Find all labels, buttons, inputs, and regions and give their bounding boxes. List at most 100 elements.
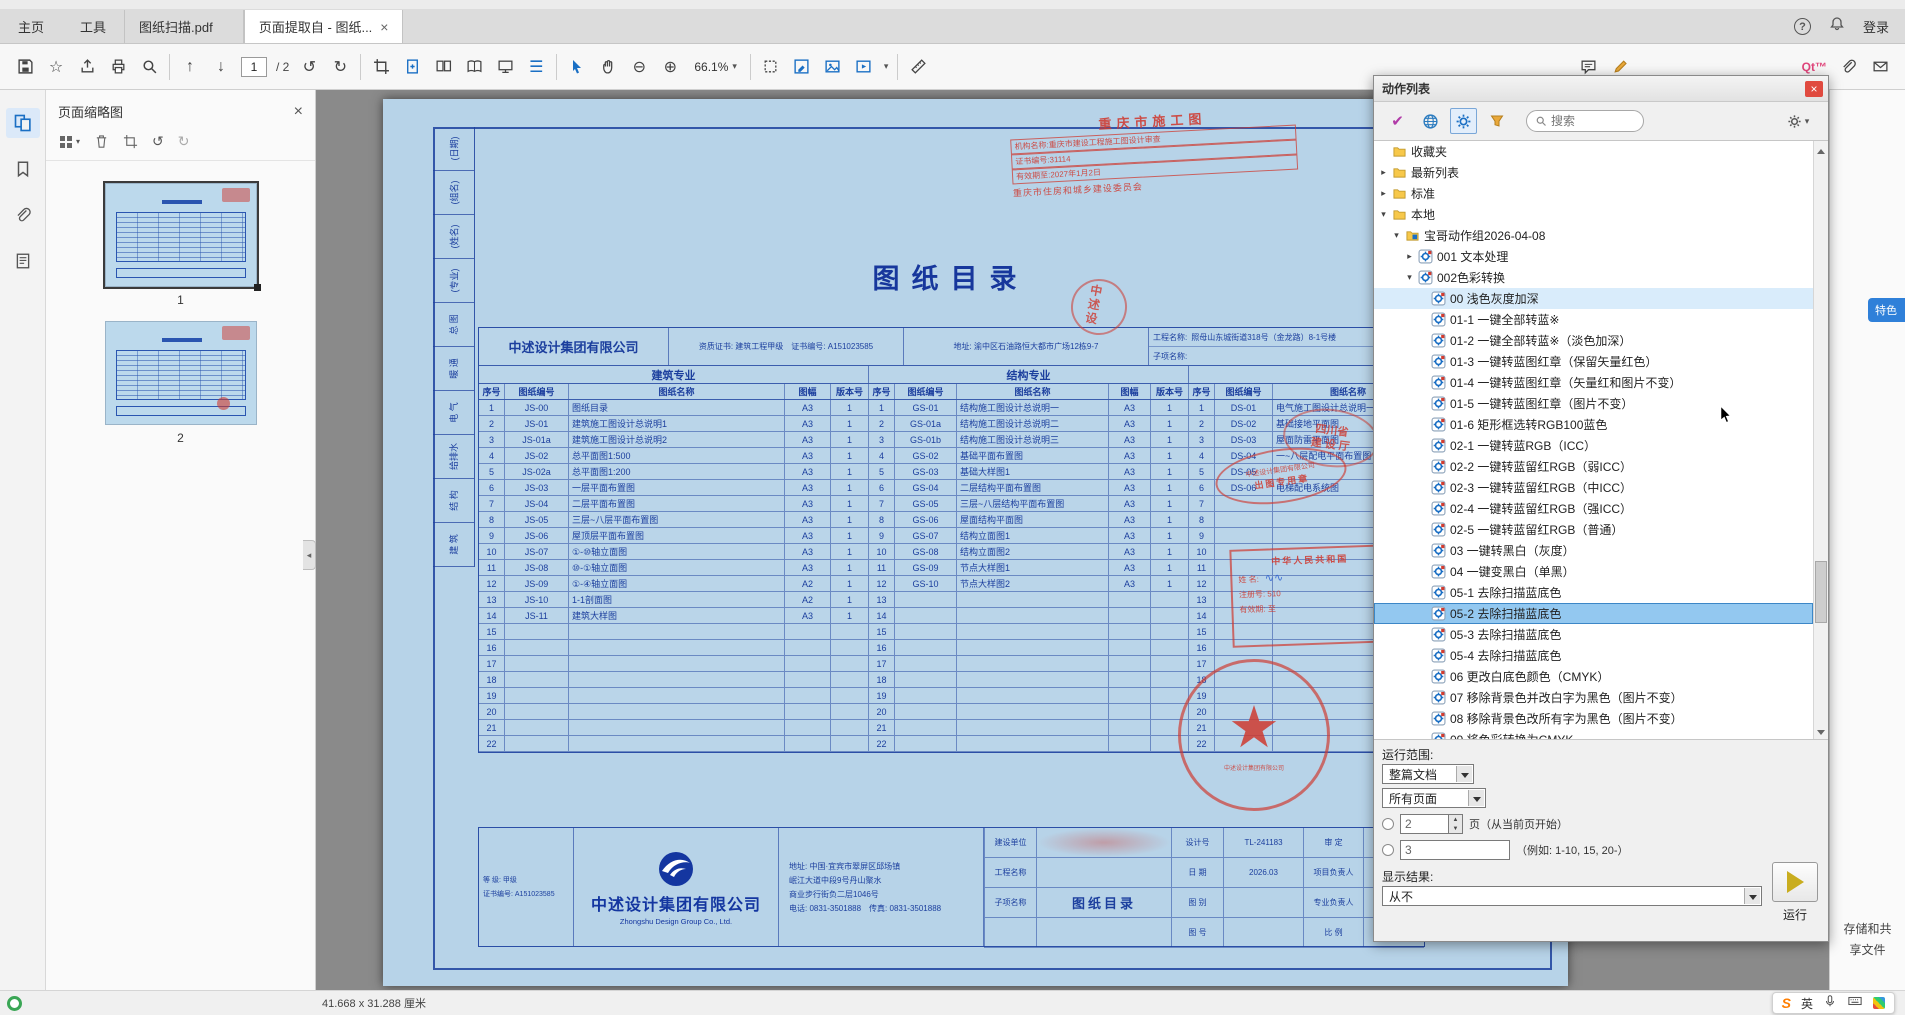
redo-icon[interactable]: ↻ [178, 133, 190, 150]
rotate-right-icon[interactable]: ↻ [329, 56, 351, 78]
action-tree-item[interactable]: 收藏夹 [1374, 141, 1813, 162]
settings-menu-button[interactable]: ▾ [1778, 108, 1818, 134]
next-page-icon[interactable]: ↓ [210, 56, 232, 78]
action-tree-item[interactable]: 04 一键变黑白（单黑） [1374, 561, 1813, 582]
close-tab-icon[interactable]: × [380, 19, 388, 35]
action-tree-item[interactable]: 06 更改白底色颜色（CMYK） [1374, 666, 1813, 687]
expand-chevron-icon[interactable]: ▾ [1391, 230, 1402, 241]
extract-page-icon[interactable] [401, 56, 423, 78]
save-icon[interactable] [14, 56, 36, 78]
stepper-up-icon[interactable]: ▲ [1449, 815, 1462, 824]
previous-page-icon[interactable]: ↑ [179, 56, 201, 78]
zoom-in-icon[interactable]: ⊕ [659, 56, 681, 78]
manage-actions-gear-button[interactable] [1450, 108, 1477, 134]
pages-from-current-radio[interactable] [1382, 818, 1394, 830]
page-thumbnail[interactable]: 1 [105, 183, 257, 307]
mic-icon[interactable] [1823, 994, 1837, 1013]
hand-tool-icon[interactable] [597, 56, 619, 78]
close-panel-icon[interactable]: × [1805, 81, 1823, 97]
action-tree-item[interactable]: 05-4 去除扫描蓝底色 [1374, 645, 1813, 666]
bookmarks-panel-icon[interactable] [6, 154, 40, 184]
video-tool-icon[interactable] [853, 56, 875, 78]
layers-panel-icon[interactable] [6, 246, 40, 276]
resize-handle[interactable] [254, 284, 261, 291]
undo-icon[interactable]: ↺ [152, 133, 164, 150]
action-tree-item[interactable]: 02-5 一键转蓝留红RGB（普通） [1374, 519, 1813, 540]
action-tree-item[interactable]: 09 将色彩转换为CMYK [1374, 729, 1813, 740]
close-icon[interactable]: × [294, 103, 303, 121]
mail-icon[interactable] [1869, 56, 1891, 78]
search-icon[interactable] [138, 56, 160, 78]
web-actions-button[interactable] [1417, 108, 1444, 134]
expand-chevron-icon[interactable]: ▸ [1378, 167, 1389, 178]
chevron-down-icon[interactable] [1744, 888, 1760, 904]
page-range-input[interactable] [1400, 840, 1510, 860]
notification-bell-icon[interactable] [1829, 16, 1845, 37]
action-tree-item[interactable]: 05-2 去除扫描蓝底色 [1374, 603, 1813, 624]
tree-scrollbar[interactable] [1813, 141, 1828, 739]
expand-chevron-icon[interactable]: ▾ [1378, 209, 1389, 220]
thumbnail-preview[interactable] [105, 183, 257, 287]
action-tree-item[interactable]: ▸ 最新列表 [1374, 162, 1813, 183]
measure-tool-icon[interactable] [907, 56, 929, 78]
panel-titlebar[interactable]: 动作列表 × [1374, 76, 1828, 102]
document-tab[interactable]: 页面提取自 - 图纸... × [244, 10, 404, 43]
edit-pdf-icon[interactable] [791, 56, 813, 78]
page-range-radio[interactable] [1382, 844, 1394, 856]
page-scope-select[interactable]: 所有页面 [1382, 788, 1486, 808]
login-button[interactable]: 登录 [1863, 17, 1889, 36]
share-icon[interactable] [76, 56, 98, 78]
help-icon[interactable]: ? [1794, 18, 1811, 35]
action-tree-item[interactable]: 01-6 矩形框选转RGB100蓝色 [1374, 414, 1813, 435]
select-tool-icon[interactable] [566, 56, 588, 78]
action-tree-item[interactable]: ▾ 002色彩转换 [1374, 267, 1813, 288]
chevron-down-icon[interactable] [1468, 790, 1484, 806]
assistant-ball-icon[interactable] [7, 996, 22, 1011]
action-tree-item[interactable]: 07 移除背景色并改白字为黑色（图片不变） [1374, 687, 1813, 708]
action-tree-item[interactable]: 03 一键转黑白（灰度） [1374, 540, 1813, 561]
action-tree-item[interactable]: 05-1 去除扫描蓝底色 [1374, 582, 1813, 603]
document-scope-select[interactable]: 整篇文档 [1382, 764, 1474, 784]
action-tree-item[interactable]: 00 浅色灰度加深 [1374, 288, 1813, 309]
action-tree-item[interactable]: 02-4 一键转蓝留红RGB（强ICC） [1374, 498, 1813, 519]
search-box[interactable] [1526, 110, 1644, 132]
scroll-up-icon[interactable] [1814, 141, 1828, 156]
tab-tools[interactable]: 工具 [62, 10, 124, 43]
pages-count-stepper[interactable]: ▲▼ [1400, 814, 1463, 834]
action-tree-item[interactable]: 08 移除背景色改所有字为黑色（图片不变） [1374, 708, 1813, 729]
expand-chevron-icon[interactable]: ▸ [1378, 188, 1389, 199]
attachments-panel-icon[interactable] [6, 200, 40, 230]
page-thumbnails-panel-icon[interactable] [6, 108, 40, 138]
action-tree-item[interactable]: ▾ 本地 [1374, 204, 1813, 225]
run-button[interactable] [1772, 862, 1818, 902]
ime-language-toggle[interactable]: 英 [1801, 995, 1813, 1012]
keyboard-icon[interactable] [1847, 994, 1863, 1013]
chevron-down-icon[interactable] [1456, 766, 1472, 782]
liquid-mode-icon[interactable]: ☰ [525, 56, 547, 78]
feature-tab[interactable]: 特色 [1868, 298, 1905, 322]
image-tool-icon[interactable] [822, 56, 844, 78]
action-tree-item[interactable]: 01-5 一键转蓝图红章（图片不变） [1374, 393, 1813, 414]
thumbnail-options-icon[interactable]: ▾ [58, 134, 80, 150]
organize-pages-icon[interactable] [432, 56, 454, 78]
crop-tool-icon[interactable] [760, 56, 782, 78]
thumbnail-preview[interactable] [105, 321, 257, 425]
chevron-down-icon[interactable]: ▾ [884, 61, 889, 72]
screen-mode-icon[interactable] [494, 56, 516, 78]
crop-icon[interactable] [370, 56, 392, 78]
read-mode-icon[interactable] [463, 56, 485, 78]
rotate-left-icon[interactable]: ↺ [298, 56, 320, 78]
scroll-down-icon[interactable] [1814, 724, 1828, 739]
expand-chevron-icon[interactable]: ▸ [1404, 251, 1415, 262]
pages-count-input[interactable] [1400, 814, 1448, 834]
delete-page-icon[interactable] [94, 134, 109, 149]
action-tree-item[interactable]: ▸ 标准 [1374, 183, 1813, 204]
action-tree-item[interactable]: 01-3 一键转蓝图红章（保留矢量红色） [1374, 351, 1813, 372]
scrollbar-thumb[interactable] [1815, 561, 1827, 623]
search-input[interactable] [1551, 114, 1631, 128]
page-number-input[interactable] [241, 57, 267, 77]
action-tree-item[interactable]: 05-3 去除扫描蓝底色 [1374, 624, 1813, 645]
action-tree-item[interactable]: 01-4 一键转蓝图红章（矢量红和图片不变） [1374, 372, 1813, 393]
collapse-panel-icon[interactable]: ◂ [303, 540, 316, 570]
action-tree-item[interactable]: 01-2 一键全部转蓝※（淡色加深） [1374, 330, 1813, 351]
